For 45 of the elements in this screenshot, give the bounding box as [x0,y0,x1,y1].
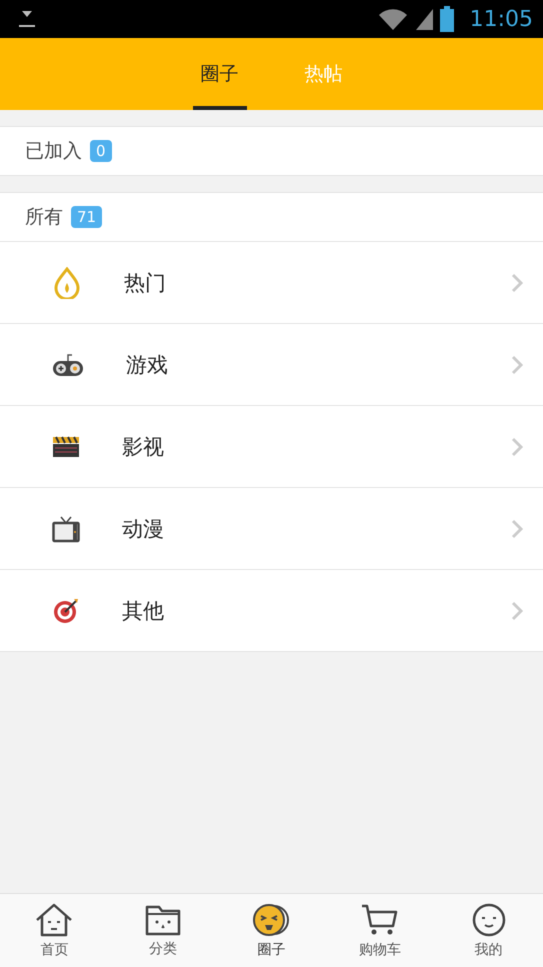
target-icon [52,596,80,624]
category-label: 动漫 [122,516,165,542]
clapper-icon [52,436,80,458]
section-label: 所有 [25,205,63,230]
nav-label: 我的 [474,940,503,958]
tv-icon [52,514,80,542]
category-row[interactable]: 其他 [0,570,543,652]
category-label: 游戏 [126,352,169,378]
nav-item[interactable]: 我的 [434,894,543,967]
gamepad-icon [52,352,84,376]
category-label: 热门 [124,270,167,296]
nav-item[interactable]: 圈子 [217,894,326,967]
nav-item[interactable]: 购物车 [326,894,434,967]
folder-icon [144,904,181,936]
clock-time: 11:05 [470,6,533,32]
flame-icon [52,266,82,298]
signal-icon [414,7,434,31]
category-row[interactable]: 热门 [0,242,543,324]
category-row[interactable]: 游戏 [0,324,543,406]
category-row[interactable]: 动漫 [0,488,543,570]
tab[interactable]: 圈子 [192,38,246,110]
laughing-face-icon [252,902,290,936]
section-label: 已加入 [25,139,82,164]
nav-item[interactable]: 首页 [0,894,109,967]
nav-label: 圈子 [257,940,286,958]
nav-label: 购物车 [359,940,402,958]
nav-item[interactable]: 分类 [108,894,218,967]
wifi-icon [378,7,408,31]
chevron-right-icon [511,518,523,538]
nav-label: 分类 [148,940,177,958]
count-badge: 0 [90,140,112,162]
download-notification-icon [16,9,38,29]
count-badge: 71 [71,206,102,228]
chevron-right-icon [511,600,523,620]
category-row[interactable]: 影视 [0,406,543,488]
chevron-right-icon [511,436,523,456]
category-label: 影视 [122,434,165,460]
chevron-right-icon [511,354,523,374]
nav-label: 首页 [40,940,68,958]
chevron-right-icon [511,272,523,292]
category-label: 其他 [122,598,165,624]
house-icon [35,902,74,936]
battery-icon [440,6,454,32]
cart-icon [361,902,400,936]
person-icon [470,902,507,936]
